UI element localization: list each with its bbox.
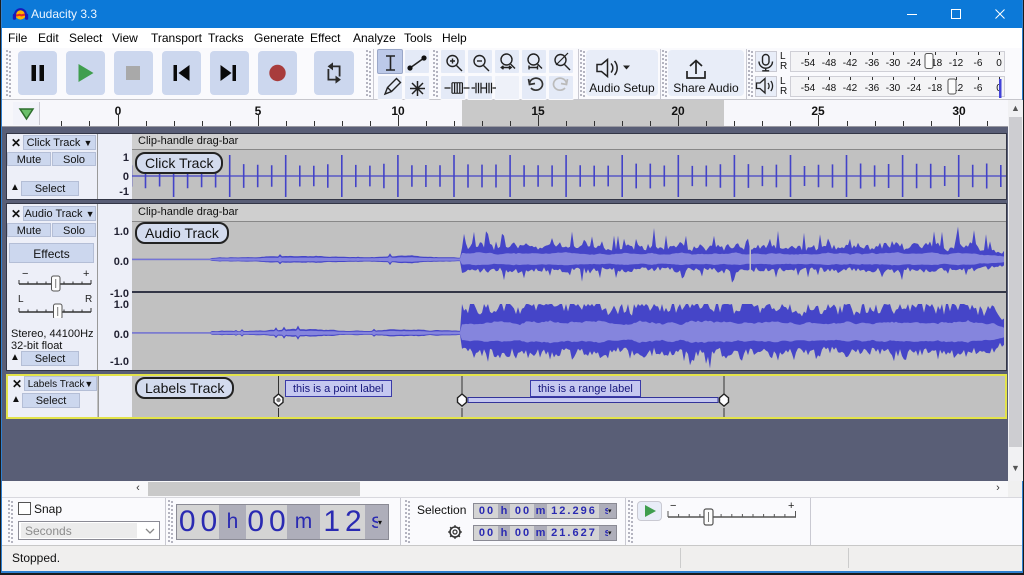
svg-text:R: R [85, 294, 92, 305]
svg-text:-12: -12 [949, 58, 964, 69]
svg-text:-30: -30 [886, 58, 901, 69]
svg-text:-42: -42 [843, 58, 858, 69]
svg-text:-48: -48 [822, 83, 837, 94]
svg-text:−: − [670, 501, 676, 512]
svg-text:-54: -54 [801, 83, 816, 94]
svg-text:+: + [788, 501, 794, 512]
svg-text:-42: -42 [843, 83, 858, 94]
svg-text:-54: -54 [801, 58, 816, 69]
svg-text:-24: -24 [907, 58, 922, 69]
svg-text:−: − [22, 268, 28, 280]
svg-text:L: L [18, 294, 24, 305]
svg-text:-18: -18 [928, 83, 943, 94]
svg-text:-36: -36 [865, 83, 880, 94]
svg-text:-6: -6 [974, 83, 983, 94]
svg-text:+: + [83, 268, 89, 280]
svg-text:-48: -48 [822, 58, 837, 69]
svg-text:-36: -36 [865, 58, 880, 69]
svg-text:-6: -6 [974, 58, 983, 69]
svg-text:-30: -30 [886, 83, 901, 94]
svg-text:0: 0 [996, 58, 1002, 69]
svg-text:-24: -24 [907, 83, 922, 94]
